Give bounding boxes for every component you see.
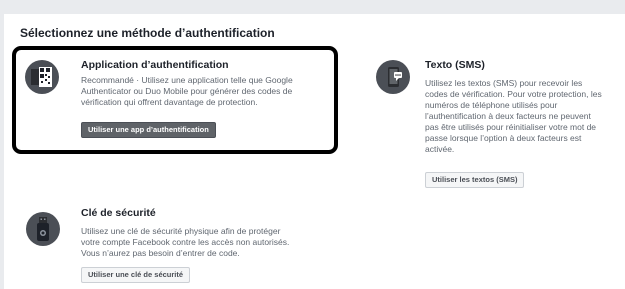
sms-description: Utilisez les textos (SMS) pour recevoir … (425, 78, 602, 155)
desc-line: vérification qui offrent davantage de pr… (81, 97, 258, 107)
use-sms-button[interactable]: Utiliser les textos (SMS) (425, 172, 525, 188)
sms-title: Texto (SMS) (425, 59, 485, 71)
desc-line: Authenticator ou Duo Mobile pour générer… (81, 86, 293, 96)
page-title: Sélectionnez une méthode d’authentificat… (20, 26, 275, 40)
use-security-key-button[interactable]: Utiliser une clé de sécurité (81, 267, 191, 283)
desc-line: pas être utilisés pour réinitialiser vot… (425, 122, 597, 132)
desc-line: Utilisez une clé de sécurité physique af… (81, 226, 281, 236)
use-auth-app-button[interactable]: Utiliser une app d’authentification (81, 122, 216, 138)
desc-line: Utilisez les textos (SMS) pour recevoir … (425, 78, 583, 88)
desc-line: Vous n’aurez pas besoin d’entrer de code… (81, 248, 240, 258)
usb-key-icon (26, 212, 60, 246)
desc-line: votre compte Facebook contre les accès n… (81, 237, 290, 247)
qr-code-phone-icon (25, 60, 59, 94)
auth-app-description: Recommandé · Utilisez une application te… (81, 75, 293, 108)
sms-phone-icon (376, 60, 410, 94)
desc-line: activée. (425, 144, 455, 154)
desc-line: numéros de téléphone utilisés pour (425, 100, 558, 110)
security-key-description: Utilisez une clé de sécurité physique af… (81, 226, 289, 259)
desc-line: Recommandé · Utilisez une application te… (81, 75, 293, 85)
desc-line: l’authentification à deux facteurs ne pe… (425, 111, 591, 121)
auth-app-title: Application d’authentification (81, 59, 229, 71)
security-key-title: Clé de sécurité (81, 207, 156, 219)
desc-line: codes de vérification. Pour votre protec… (425, 89, 602, 99)
desc-line: passe lorsque l’option à deux facteurs e… (425, 133, 582, 143)
